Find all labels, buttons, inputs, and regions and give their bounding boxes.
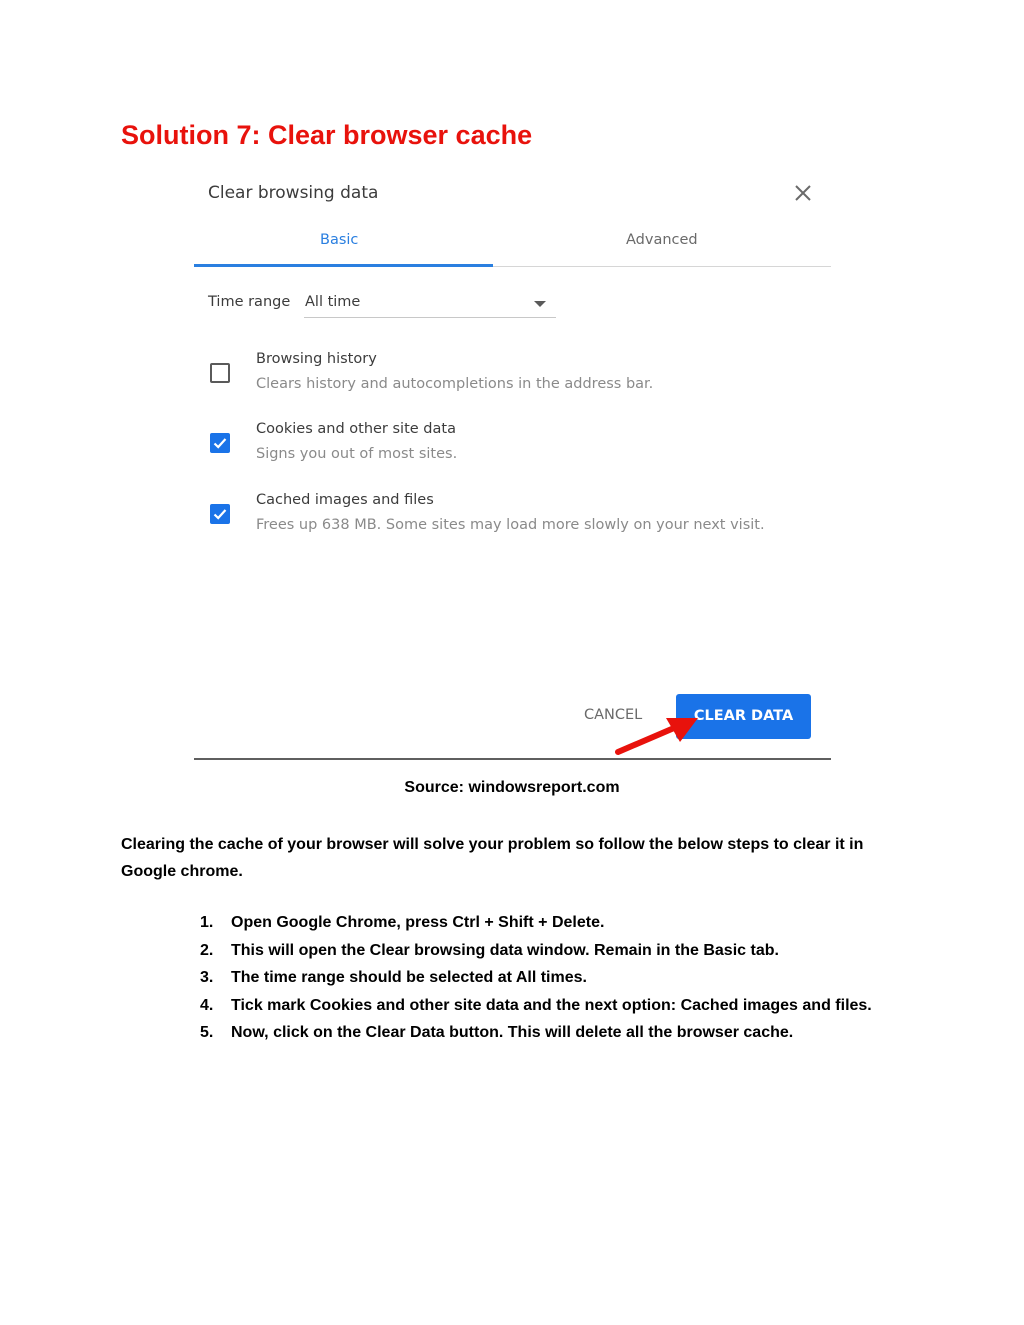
- option-description: Frees up 638 MB. Some sites may load mor…: [256, 517, 765, 533]
- option-title: Cached images and files: [256, 492, 434, 508]
- option-description: Signs you out of most sites.: [256, 446, 458, 462]
- clear-browsing-data-screenshot: Clear browsing data Basic Advanced Time …: [194, 168, 831, 762]
- page-heading: Solution 7: Clear browser cache: [121, 120, 533, 150]
- list-item: 5. Now, click on the Clear Data button. T…: [200, 1024, 794, 1041]
- cookies-checkbox[interactable]: [210, 433, 230, 453]
- cached-images-checkbox[interactable]: [210, 504, 230, 524]
- time-range-select[interactable]: All time: [304, 292, 556, 318]
- list-item: 4. Tick mark Cookies and other site data …: [200, 996, 872, 1014]
- option-browsing-history: Browsing history Clears history and auto…: [194, 351, 831, 411]
- checkmark-icon: [213, 438, 227, 449]
- tab-advanced[interactable]: Advanced: [626, 232, 698, 248]
- option-cached-images: Cached images and files Frees up 638 MB.…: [194, 492, 831, 552]
- tab-basic[interactable]: Basic: [320, 232, 358, 248]
- option-description: Clears history and autocompletions in th…: [256, 376, 654, 392]
- option-title: Cookies and other site data: [256, 421, 456, 437]
- list-item: 2. This will open the Clear browsing data…: [200, 941, 779, 959]
- time-range-value: All time: [305, 294, 361, 310]
- list-item: 3. The time range should be selected at A…: [200, 969, 587, 986]
- list-item: 1. Open Google Chrome, press Ctrl + Shift…: [200, 914, 605, 931]
- checkmark-icon: [213, 509, 227, 520]
- time-range-label: Time range: [208, 294, 291, 310]
- dialog-bottom-border: [194, 758, 831, 760]
- intro-paragraph: Clearing the cache of your browser will …: [121, 836, 864, 880]
- close-icon[interactable]: [792, 182, 814, 204]
- dropdown-arrow-icon: [534, 301, 546, 307]
- option-cookies: Cookies and other site data Signs you ou…: [194, 421, 831, 481]
- dialog-title: Clear browsing data: [208, 183, 379, 203]
- image-caption: Source: windowsreport.com: [404, 779, 620, 796]
- steps-list: 1. Open Google Chrome, press Ctrl + Shift…: [200, 909, 900, 1047]
- option-title: Browsing history: [256, 351, 377, 367]
- browsing-history-checkbox[interactable]: [210, 363, 230, 383]
- active-tab-indicator: [194, 264, 493, 267]
- red-arrow-icon: [615, 718, 698, 755]
